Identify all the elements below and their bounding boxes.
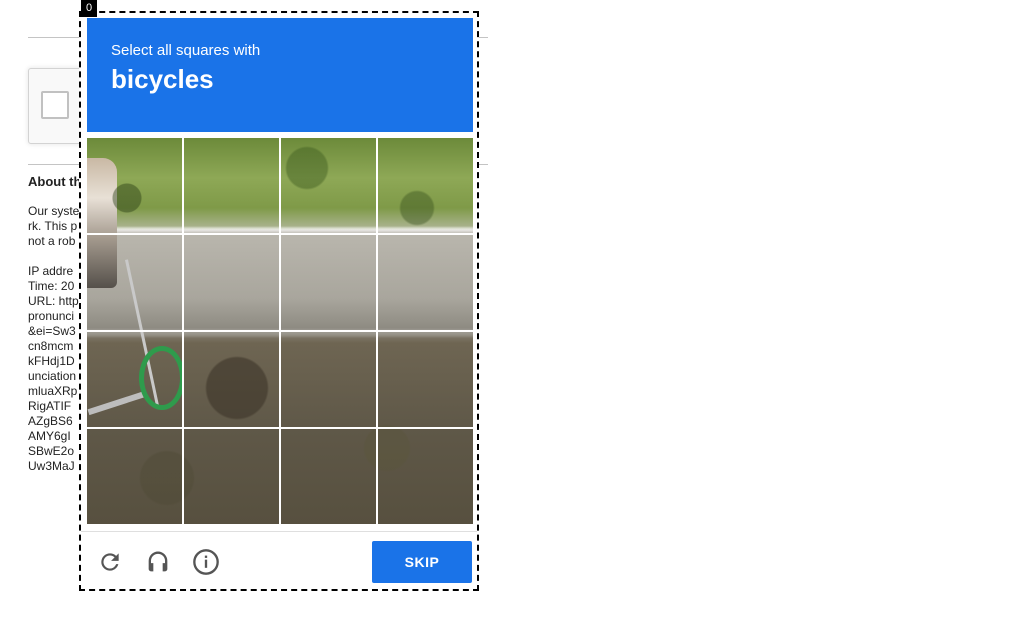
tile-image [87, 429, 182, 524]
grid-tile-r3c2[interactable] [184, 332, 279, 427]
about-line: mluaXRp [28, 384, 78, 398]
grid-tile-r1c4[interactable] [378, 138, 473, 233]
grid-tile-r3c3[interactable] [281, 332, 376, 427]
about-line: SBwE2o [28, 444, 75, 458]
about-line: RigATIF [28, 399, 72, 413]
grid-tile-r4c1[interactable] [87, 429, 182, 524]
grid-tile-r2c2[interactable] [184, 235, 279, 330]
tile-image [87, 138, 182, 233]
about-line: Uw3MaJ [28, 459, 75, 473]
recaptcha-checkbox[interactable] [41, 91, 69, 119]
grid-tile-r3c1[interactable] [87, 332, 182, 427]
tile-image [378, 138, 473, 233]
about-line: AZgBS6 [28, 414, 73, 428]
about-line: AMY6gI [28, 429, 71, 443]
grid-tile-r1c2[interactable] [184, 138, 279, 233]
reload-icon[interactable] [95, 547, 125, 577]
grid-tile-r4c2[interactable] [184, 429, 279, 524]
about-line: kFHdj1D [28, 354, 75, 368]
about-line: IP addre [28, 264, 74, 278]
about-line: pronunci [28, 309, 75, 323]
skip-button[interactable]: SKIP [372, 541, 472, 583]
grid-tile-r4c4[interactable] [378, 429, 473, 524]
about-line: unciation [28, 369, 77, 383]
tile-image [87, 332, 182, 427]
grid-tile-r2c4[interactable] [378, 235, 473, 330]
tile-image [378, 429, 473, 524]
grid-tile-r2c3[interactable] [281, 235, 376, 330]
click-counter-badge: 0 [81, 0, 97, 17]
info-icon[interactable] [191, 547, 221, 577]
tile-image [281, 332, 376, 427]
about-line: URL: http [28, 294, 79, 308]
about-heading: About th [28, 174, 82, 189]
tile-image [378, 235, 473, 330]
tile-image [281, 138, 376, 233]
challenge-header: Select all squares with bicycles [87, 18, 473, 132]
tile-image [184, 332, 279, 427]
person-figure [87, 235, 117, 288]
tile-image [184, 138, 279, 233]
tile-image [184, 429, 279, 524]
grid-tile-r1c1[interactable] [87, 138, 182, 233]
tile-image [378, 332, 473, 427]
about-line: rk. This p [28, 219, 78, 233]
scooter-handlebar [125, 332, 160, 407]
tile-image [87, 235, 182, 330]
about-line: Our syste [28, 204, 80, 218]
challenge-instruction: Select all squares with [111, 42, 261, 59]
tile-image [281, 429, 376, 524]
scooter-handlebar [125, 259, 160, 330]
tile-image [184, 235, 279, 330]
about-line: Time: 20 [28, 279, 75, 293]
about-line: &ei=Sw3 [28, 324, 76, 338]
challenge-target-word: bicycles [111, 64, 214, 94]
image-grid [87, 138, 473, 524]
scooter-wheel [139, 346, 182, 410]
about-line: not a rob [28, 234, 76, 248]
grid-tile-r3c4[interactable] [378, 332, 473, 427]
grid-tile-r4c3[interactable] [281, 429, 376, 524]
scooter-deck [87, 390, 147, 416]
person-figure [87, 158, 117, 233]
about-line: cn8mcm [28, 339, 74, 353]
tile-image [281, 235, 376, 330]
grid-tile-r2c1[interactable] [87, 235, 182, 330]
grid-tile-r1c3[interactable] [281, 138, 376, 233]
headphones-icon[interactable] [143, 547, 173, 577]
footer-divider [81, 531, 477, 532]
